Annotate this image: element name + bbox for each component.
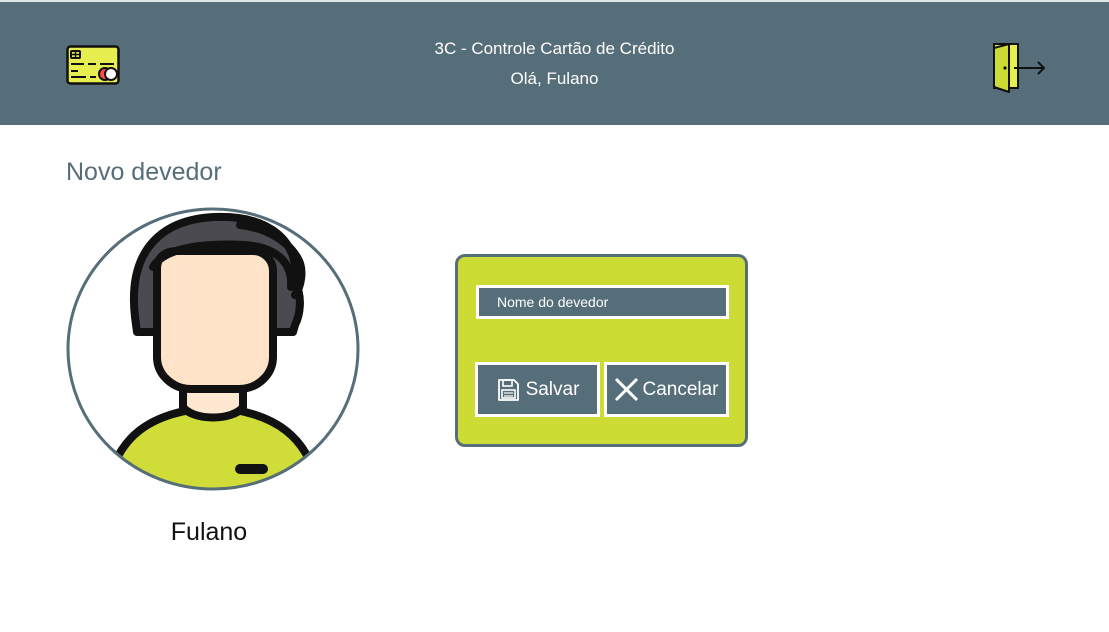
floppy-disk-icon: [497, 378, 519, 401]
app-header: 3C - Controle Cartão de Crédito Olá, Ful…: [0, 0, 1109, 125]
debtor-name-input[interactable]: [476, 285, 729, 319]
user-greeting: Olá, Fulano: [510, 69, 599, 88]
cancel-button-label: Cancelar: [642, 378, 719, 400]
user-name: Fulano: [170, 518, 248, 546]
save-button[interactable]: Salvar: [475, 362, 600, 417]
logout-door-icon[interactable]: [989, 41, 1047, 93]
close-x-icon: [615, 377, 639, 402]
page-title: Novo devedor: [66, 158, 222, 186]
app-title: 3C - Controle Cartão de Crédito: [434, 39, 675, 58]
cancel-button[interactable]: Cancelar: [604, 362, 729, 417]
save-button-label: Salvar: [525, 378, 580, 400]
new-debtor-form: Salvar Cancelar: [455, 254, 748, 447]
user-avatar-icon: [66, 207, 360, 491]
